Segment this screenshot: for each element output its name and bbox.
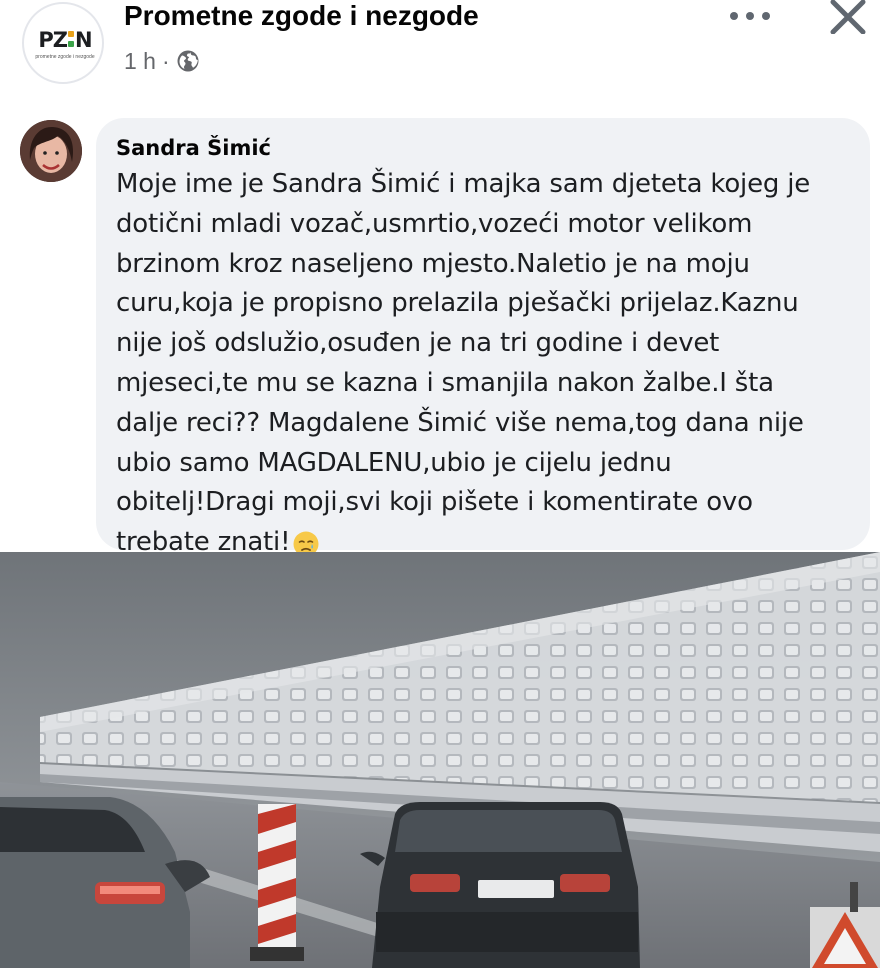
bollard [250,804,304,961]
comment-line: nije još odslužio,osuđen je na tri godin… [116,328,720,359]
comment-line: mjeseci,te mu se kazna i smanjila nakon … [116,367,774,398]
page-logo: PZ N [38,28,92,52]
meta-separator: · [161,47,170,74]
commenter-avatar[interactable] [20,120,82,182]
more-dot [762,12,770,20]
comment-line: brzinom kroz naseljeno mjesto.Naletio je… [116,248,750,279]
post-photo[interactable] [0,552,880,968]
more-dot [730,12,738,20]
post-meta: 1 h · [124,46,200,76]
more-dot [746,12,754,20]
page-name[interactable]: Prometne zgode i nezgode [124,0,479,32]
logo-subtitle: prometne zgode i nezgode [35,54,95,60]
comment-line: ubio samo MAGDALENU,ubio je cijelu jednu [116,447,672,478]
comment-line: obitelj!Dragi moji,svi koji pišete i kom… [116,487,753,518]
close-icon[interactable] [828,0,868,34]
comment-line: dotični mladi vozač,usmrtio,vozeći motor… [116,208,753,239]
comment-line: Moje ime je Sandra Šimić i majka sam dje… [116,169,811,199]
comment-section: Sandra Šimić Moje ime je Sandra Šimić i … [0,100,880,557]
post-time[interactable]: 1 h [124,48,156,75]
commenter-name[interactable]: Sandra Šimić [116,136,271,160]
comment-text: Moje ime je Sandra Šimić i majka sam dje… [116,165,856,563]
globe-icon[interactable] [176,49,200,73]
page-avatar[interactable]: PZ N prometne zgode i nezgode [22,2,104,84]
comment-bubble: Sandra Šimić Moje ime je Sandra Šimić i … [96,118,870,557]
comment-line: dalje reci?? Magdalene Šimić više nema,t… [116,407,804,438]
post-header: PZ N prometne zgode i nezgode Prometne zg… [0,0,880,100]
logo-colon-icon [68,29,75,49]
more-options-button[interactable] [730,6,770,26]
comment-line: curu,koja je propisno prelazila pješački… [116,288,799,319]
road-photo [0,552,880,968]
